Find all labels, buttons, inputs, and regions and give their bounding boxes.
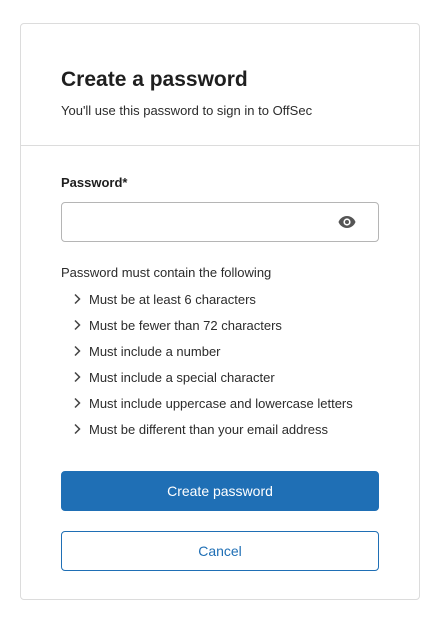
list-item: Must be fewer than 72 characters <box>61 312 379 338</box>
create-password-card: Create a password You'll use this passwo… <box>20 23 420 600</box>
card-body: Password* Password must contain the foll… <box>21 146 419 571</box>
list-item: Must include a number <box>61 338 379 364</box>
list-item: Must be at least 6 characters <box>61 286 379 312</box>
page-subtitle: You'll use this password to sign in to O… <box>61 103 313 118</box>
password-field-wrapper <box>61 202 379 242</box>
chevron-right-icon <box>74 423 81 435</box>
page-title: Create a password <box>61 68 248 91</box>
chevron-right-icon <box>74 397 81 409</box>
chevron-right-icon <box>74 293 81 305</box>
password-label: Password* <box>61 175 128 190</box>
password-input[interactable] <box>62 203 332 241</box>
requirements-list: Must be at least 6 characters Must be fe… <box>61 286 379 442</box>
chevron-right-icon <box>74 345 81 357</box>
requirements-intro: Password must contain the following <box>61 265 272 280</box>
requirement-text: Must be different than your email addres… <box>89 421 328 437</box>
requirement-text: Must include a number <box>89 343 221 359</box>
cancel-button[interactable]: Cancel <box>61 531 379 571</box>
list-item: Must include a special character <box>61 364 379 390</box>
eye-icon[interactable] <box>338 215 356 229</box>
requirement-text: Must be at least 6 characters <box>89 291 256 307</box>
requirement-text: Must include a special character <box>89 369 275 385</box>
list-item: Must include uppercase and lowercase let… <box>61 390 379 416</box>
create-password-button[interactable]: Create password <box>61 471 379 511</box>
list-item: Must be different than your email addres… <box>61 416 379 442</box>
card-header: Create a password You'll use this passwo… <box>21 24 419 146</box>
requirement-text: Must be fewer than 72 characters <box>89 317 282 333</box>
requirement-text: Must include uppercase and lowercase let… <box>89 395 353 411</box>
chevron-right-icon <box>74 319 81 331</box>
chevron-right-icon <box>74 371 81 383</box>
